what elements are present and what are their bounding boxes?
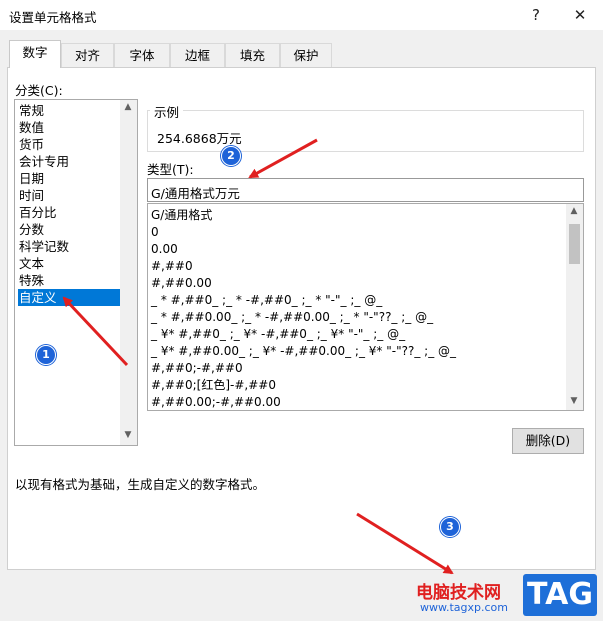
- tab-number[interactable]: 数字: [9, 40, 61, 68]
- watermark-site-name: 电脑技术网: [416, 583, 501, 603]
- watermark-url: www.tagxp.com: [420, 601, 508, 614]
- arrow-to-ok: [356, 512, 454, 575]
- step-badge-1: 1: [36, 345, 56, 365]
- step-badge-3: 3: [440, 517, 460, 537]
- watermark-tag-logo: TAG: [523, 574, 597, 616]
- annotation-arrows: [62, 138, 454, 575]
- arrow-to-type: [248, 138, 318, 179]
- arrow-to-custom: [62, 296, 129, 367]
- step-badge-2: 2: [221, 146, 241, 166]
